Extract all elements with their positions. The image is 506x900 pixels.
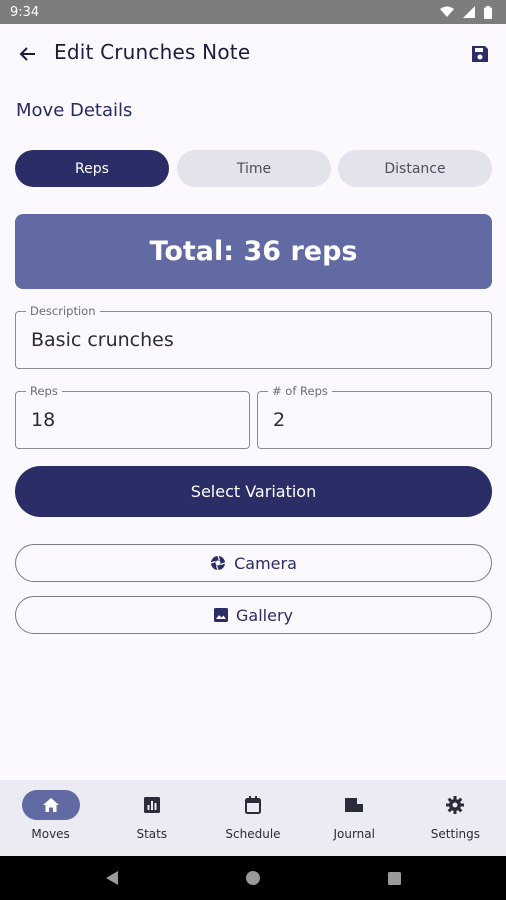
- total-text: Total: 36 reps: [149, 236, 358, 267]
- save-icon: [472, 46, 488, 62]
- battery-icon: [484, 5, 492, 19]
- gallery-label: Gallery: [236, 605, 293, 625]
- segment-reps[interactable]: Reps: [15, 150, 169, 187]
- save-button[interactable]: [466, 40, 494, 68]
- stats-icon: [143, 797, 160, 813]
- total-card: Total: 36 reps: [15, 214, 492, 289]
- image-icon: [214, 608, 228, 622]
- gallery-button[interactable]: Gallery: [15, 596, 492, 634]
- reps-value: 18: [31, 409, 56, 431]
- nav-item-moves[interactable]: Moves: [0, 780, 101, 856]
- journal-icon: [345, 798, 364, 812]
- camera-label: Camera: [234, 553, 297, 573]
- status-bar: 9:34: [0, 0, 506, 24]
- page-title: Edit Crunches Note: [54, 40, 251, 64]
- system-home-icon[interactable]: [245, 871, 260, 885]
- nav-icon-container: [224, 790, 282, 820]
- camera-icon: [210, 555, 226, 571]
- num-reps-value: 2: [273, 409, 286, 431]
- description-label: Description: [26, 304, 100, 318]
- back-button[interactable]: [14, 40, 42, 68]
- num-reps-field[interactable]: # of Reps 2: [257, 384, 492, 449]
- calendar-icon: [245, 796, 261, 814]
- wifi-icon: [440, 6, 454, 17]
- status-time: 9:34: [10, 4, 40, 20]
- select-variation-button[interactable]: Select Variation: [15, 466, 492, 517]
- camera-button[interactable]: Camera: [15, 544, 492, 582]
- num-reps-label: # of Reps: [268, 384, 332, 398]
- app-bar: Edit Crunches Note: [0, 24, 506, 84]
- nav-active-indicator: [21, 790, 80, 820]
- nav-label-schedule: Schedule: [225, 827, 281, 841]
- segment-distance[interactable]: Distance: [338, 150, 492, 187]
- gear-icon: [446, 796, 465, 814]
- nav-icon-container: [426, 790, 484, 820]
- nav-label-moves: Moves: [31, 827, 70, 841]
- nav-item-settings[interactable]: Settings: [405, 780, 506, 856]
- nav-label-journal: Journal: [333, 827, 375, 841]
- system-back-icon[interactable]: [105, 871, 118, 885]
- nav-label-settings: Settings: [430, 827, 481, 841]
- nav-label-stats: Stats: [136, 827, 168, 841]
- nav-icon-container: [123, 790, 181, 820]
- arrow-back-icon: [19, 47, 35, 61]
- reps-field[interactable]: Reps 18: [15, 384, 250, 449]
- bottom-navigation: Moves Stats Schedule Journal Settings: [0, 780, 506, 856]
- home-icon: [42, 798, 59, 812]
- system-recents-icon[interactable]: [387, 871, 401, 885]
- section-title: Move Details: [16, 100, 133, 121]
- segment-time[interactable]: Time: [177, 150, 331, 187]
- nav-item-schedule[interactable]: Schedule: [202, 780, 303, 856]
- description-value: Basic crunches: [31, 329, 174, 351]
- status-icons: [440, 5, 492, 19]
- nav-item-stats[interactable]: Stats: [101, 780, 202, 856]
- description-field[interactable]: Description Basic crunches: [15, 304, 492, 369]
- nav-icon-container: [325, 790, 383, 820]
- signal-icon: [463, 6, 475, 18]
- system-navigation-bar: [0, 856, 506, 900]
- reps-label: Reps: [26, 384, 62, 398]
- nav-item-journal[interactable]: Journal: [304, 780, 405, 856]
